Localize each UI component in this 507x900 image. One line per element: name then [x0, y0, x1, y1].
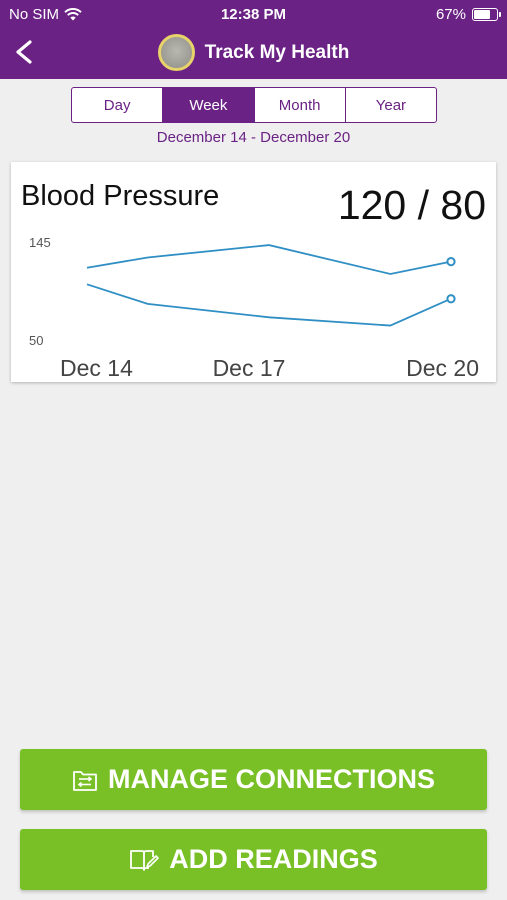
series-line-1: [86, 283, 452, 327]
period-selector: Day Week Month Year: [71, 87, 437, 123]
tab-year[interactable]: Year: [346, 88, 436, 122]
title-group: Track My Health: [0, 34, 507, 71]
avatar[interactable]: [157, 34, 195, 71]
date-range: December 14 - December 20: [156, 129, 351, 146]
y-tick-label: 145: [29, 235, 51, 250]
x-tick-label: Dec 17: [213, 355, 286, 381]
clock: 12:38 PM: [220, 6, 287, 23]
connections-icon: [72, 768, 98, 792]
add-readings-label: ADD READINGS: [169, 844, 378, 874]
edit-notebook-icon: [129, 848, 160, 872]
app-header: No SIM 12:38 PM 67% Track My Health: [0, 0, 507, 79]
blood-pressure-chart: 145 50 Dec 14 Dec 17 Dec 20: [29, 235, 479, 381]
latest-point-0: [446, 257, 456, 267]
tab-day[interactable]: Day: [72, 88, 164, 122]
blood-pressure-card[interactable]: Blood Pressure 120 / 80 145 50 Dec 14 Dec 1…: [11, 162, 496, 382]
manage-connections-label: MANAGE CONNECTIONS: [107, 764, 435, 794]
tab-week[interactable]: Week: [163, 88, 255, 122]
latest-point-1: [446, 294, 456, 304]
series-line-0: [86, 244, 452, 275]
battery-percent: 67%: [435, 6, 466, 23]
y-tick-label: 50: [29, 333, 43, 348]
battery-icon: [472, 8, 501, 21]
nav-bar: Track My Health: [0, 30, 507, 79]
manage-connections-button[interactable]: MANAGE CONNECTIONS: [20, 749, 487, 810]
status-bar: No SIM 12:38 PM 67%: [0, 0, 507, 30]
battery-status: 67%: [435, 6, 501, 23]
page-title: Track My Health: [204, 41, 350, 63]
add-readings-button[interactable]: ADD READINGS: [20, 829, 487, 890]
tab-month[interactable]: Month: [255, 88, 346, 122]
x-tick-label: Dec 20: [406, 355, 479, 381]
x-tick-label: Dec 14: [60, 355, 133, 381]
